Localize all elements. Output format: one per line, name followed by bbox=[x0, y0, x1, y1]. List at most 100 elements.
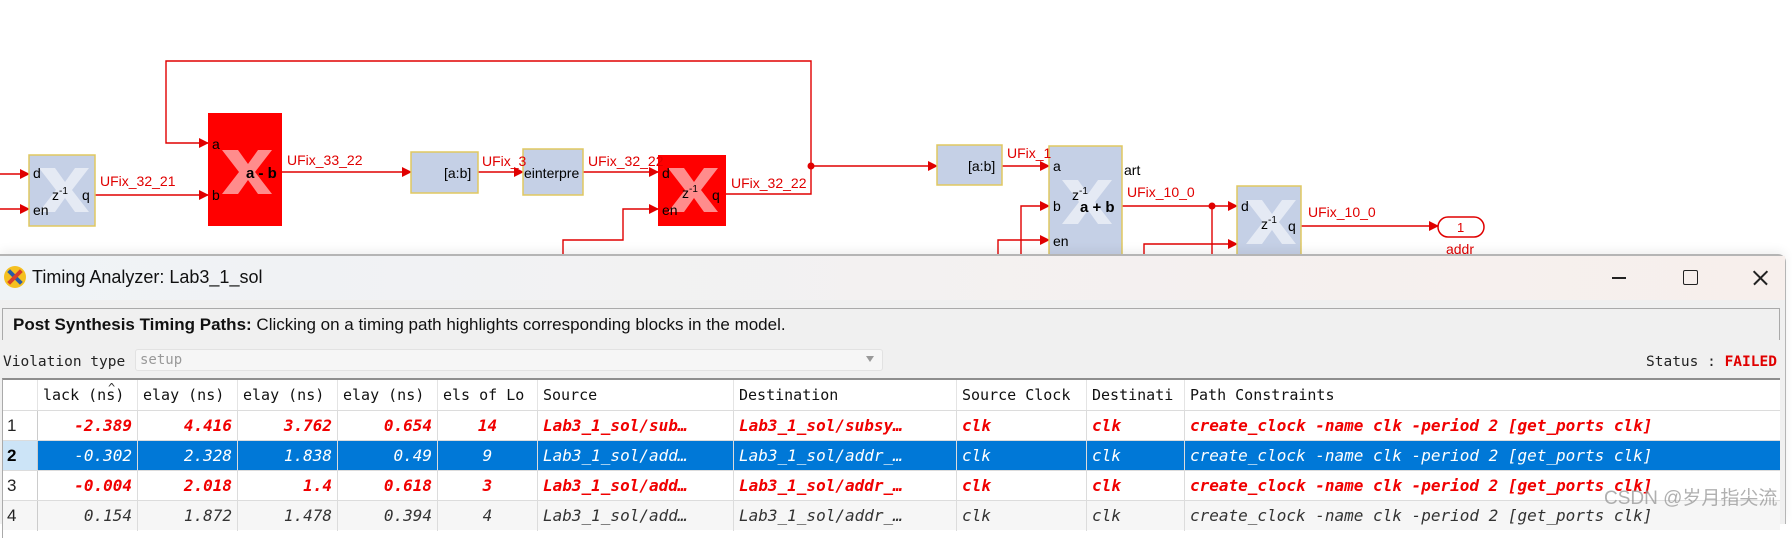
minimize-button[interactable] bbox=[1600, 262, 1640, 292]
svg-text:q: q bbox=[82, 187, 90, 203]
wire bbox=[1143, 239, 1238, 254]
sort-ascending-icon: ^ bbox=[108, 381, 116, 395]
svg-text:UFix_10_0: UFix_10_0 bbox=[1308, 204, 1376, 220]
row-number: 3 bbox=[3, 471, 38, 501]
banner-heading: Post Synthesis Timing Paths: bbox=[13, 315, 252, 334]
svg-text:UFix_33_22: UFix_33_22 bbox=[287, 152, 363, 168]
column-header[interactable]: Destinati bbox=[1087, 380, 1185, 410]
outport-addr[interactable]: 1 addr bbox=[1437, 216, 1485, 257]
table-cell: 1.4 bbox=[238, 471, 338, 501]
svg-text:[a:b]: [a:b] bbox=[444, 165, 471, 181]
table-cell: 0.394 bbox=[338, 501, 438, 531]
table-cell: Lab3_1_sol/addr_… bbox=[734, 501, 957, 531]
table-cell: Lab3_1_sol/addr_… bbox=[734, 471, 957, 501]
wire bbox=[1020, 201, 1050, 254]
table-cell: 0.618 bbox=[338, 471, 438, 501]
svg-text:art: art bbox=[1124, 162, 1140, 178]
table-cell: 14 bbox=[438, 411, 538, 441]
table-cell: 2.018 bbox=[138, 471, 238, 501]
table-header: lack (ns) ^ elay (ns) elay (ns) elay (ns) els… bbox=[3, 380, 1780, 410]
status-value: FAILED bbox=[1724, 354, 1777, 370]
column-header[interactable]: Destination bbox=[734, 380, 957, 410]
table-cell: clk bbox=[1087, 501, 1185, 531]
table-cell: Lab3_1_sol/sub… bbox=[538, 411, 734, 441]
svg-text:a + b: a + b bbox=[1080, 199, 1115, 216]
table-row[interactable]: 4 0.154 1.872 1.478 0.394 4 Lab3_1_sol/add… Lab… bbox=[3, 500, 1780, 531]
wire bbox=[997, 235, 1050, 254]
table-cell: create_clock -name clk -period 2 [get_po… bbox=[1185, 411, 1780, 441]
column-header[interactable]: lack (ns) ^ bbox=[38, 380, 138, 410]
table-cell: 0.154 bbox=[38, 501, 138, 531]
table-cell: 1.872 bbox=[138, 501, 238, 531]
column-header[interactable]: els of Lo bbox=[438, 380, 538, 410]
svg-text:en: en bbox=[1053, 233, 1069, 249]
svg-text:q: q bbox=[1288, 218, 1296, 234]
column-header[interactable] bbox=[3, 380, 38, 410]
simulink-diagram: d en q z-1 a b a - b [a:b] einterpre d e… bbox=[0, 60, 1485, 267]
table-cell: 0.49 bbox=[338, 441, 438, 471]
table-cell: clk bbox=[957, 411, 1087, 441]
status: Status : FAILED bbox=[1646, 354, 1777, 370]
violation-type-label: Violation type bbox=[3, 354, 126, 370]
subtract-block[interactable]: a b a - b bbox=[208, 113, 282, 226]
table-cell: Lab3_1_sol/add… bbox=[538, 471, 734, 501]
column-header[interactable]: elay (ns) bbox=[138, 380, 238, 410]
table-row[interactable]: 2 -0.302 2.328 1.838 0.49 9 Lab3_1_sol/add… Lab… bbox=[3, 440, 1780, 471]
row-number: 4 bbox=[3, 501, 38, 531]
violation-type-value: setup bbox=[140, 352, 183, 368]
table-cell: 3.762 bbox=[238, 411, 338, 441]
table-cell: 2.328 bbox=[138, 441, 238, 471]
table-cell: clk bbox=[1087, 411, 1185, 441]
svg-text:UFix_1: UFix_1 bbox=[1007, 145, 1052, 161]
table-cell: 4 bbox=[438, 501, 538, 531]
table-row[interactable]: 3 -0.004 2.018 1.4 0.618 3 Lab3_1_sol/add… Lab3… bbox=[3, 470, 1780, 501]
slice-block-2[interactable]: [a:b] bbox=[936, 144, 1003, 186]
branch-dot bbox=[807, 162, 815, 170]
column-header[interactable]: Source Clock bbox=[957, 380, 1087, 410]
delay-block-2[interactable]: d en q z-1 bbox=[658, 155, 726, 226]
column-header[interactable]: Path Constraints bbox=[1185, 380, 1780, 410]
svg-text:UFix_32_22: UFix_32_22 bbox=[731, 175, 807, 191]
table-cell: clk bbox=[1087, 441, 1185, 471]
signal-labels: UFix_32_21 UFix_33_22 UFix_3 UFix_32_22 … bbox=[100, 145, 1376, 220]
table-cell: 9 bbox=[438, 441, 538, 471]
timing-analyzer-icon bbox=[4, 266, 26, 288]
svg-text:b: b bbox=[212, 187, 220, 203]
svg-text:b: b bbox=[1053, 198, 1061, 214]
table-row[interactable]: 1 -2.389 4.416 3.762 0.654 14 Lab3_1_sol/sub… L… bbox=[3, 410, 1780, 441]
table-cell: create_clock -name clk -period 2 [get_po… bbox=[1185, 441, 1780, 471]
violation-type-select[interactable]: setup bbox=[135, 349, 883, 371]
banner-text: Clicking on a timing path highlights cor… bbox=[251, 315, 786, 334]
slice-block-1[interactable]: [a:b] bbox=[410, 151, 479, 194]
branch-dot bbox=[1208, 202, 1216, 210]
table-cell: 4.416 bbox=[138, 411, 238, 441]
status-label: Status : bbox=[1646, 354, 1725, 370]
watermark: CSDN @岁月指尖流 bbox=[1604, 488, 1778, 509]
title-bar[interactable]: Timing Analyzer: Lab3_1_sol bbox=[0, 256, 1785, 300]
maximize-button[interactable] bbox=[1670, 262, 1710, 292]
violation-row: Violation type setup Status : FAILED bbox=[0, 348, 1786, 378]
table-cell: -0.302 bbox=[38, 441, 138, 471]
table-cell: clk bbox=[957, 471, 1087, 501]
timing-analyzer-window: Timing Analyzer: Lab3_1_sol Post Synthes… bbox=[0, 254, 1786, 538]
column-header[interactable]: elay (ns) bbox=[338, 380, 438, 410]
timing-paths-table: lack (ns) ^ elay (ns) elay (ns) elay (ns) els… bbox=[2, 378, 1780, 538]
table-cell: clk bbox=[957, 501, 1087, 531]
table-cell: Lab3_1_sol/add… bbox=[538, 441, 734, 471]
svg-text:a - b: a - b bbox=[246, 165, 277, 182]
table-cell: 0.654 bbox=[338, 411, 438, 441]
svg-text:a: a bbox=[1053, 158, 1061, 174]
column-header[interactable]: elay (ns) bbox=[238, 380, 338, 410]
svg-text:einterpre: einterpre bbox=[524, 165, 579, 181]
column-header[interactable]: Source bbox=[538, 380, 734, 410]
table-cell: Lab3_1_sol/subsy… bbox=[734, 411, 957, 441]
window-title: Timing Analyzer: Lab3_1_sol bbox=[32, 267, 263, 287]
reinterpret-block[interactable]: einterpre bbox=[522, 148, 584, 196]
svg-text:en: en bbox=[33, 202, 49, 218]
info-banner: Post Synthesis Timing Paths: Clicking on… bbox=[2, 308, 1780, 340]
svg-text:1: 1 bbox=[1457, 220, 1464, 235]
delay-block-1[interactable]: d en q z-1 bbox=[28, 154, 96, 227]
close-button[interactable] bbox=[1740, 262, 1780, 292]
svg-text:UFix_10_0: UFix_10_0 bbox=[1127, 184, 1195, 200]
table-cell: Lab3_1_sol/add… bbox=[538, 501, 734, 531]
